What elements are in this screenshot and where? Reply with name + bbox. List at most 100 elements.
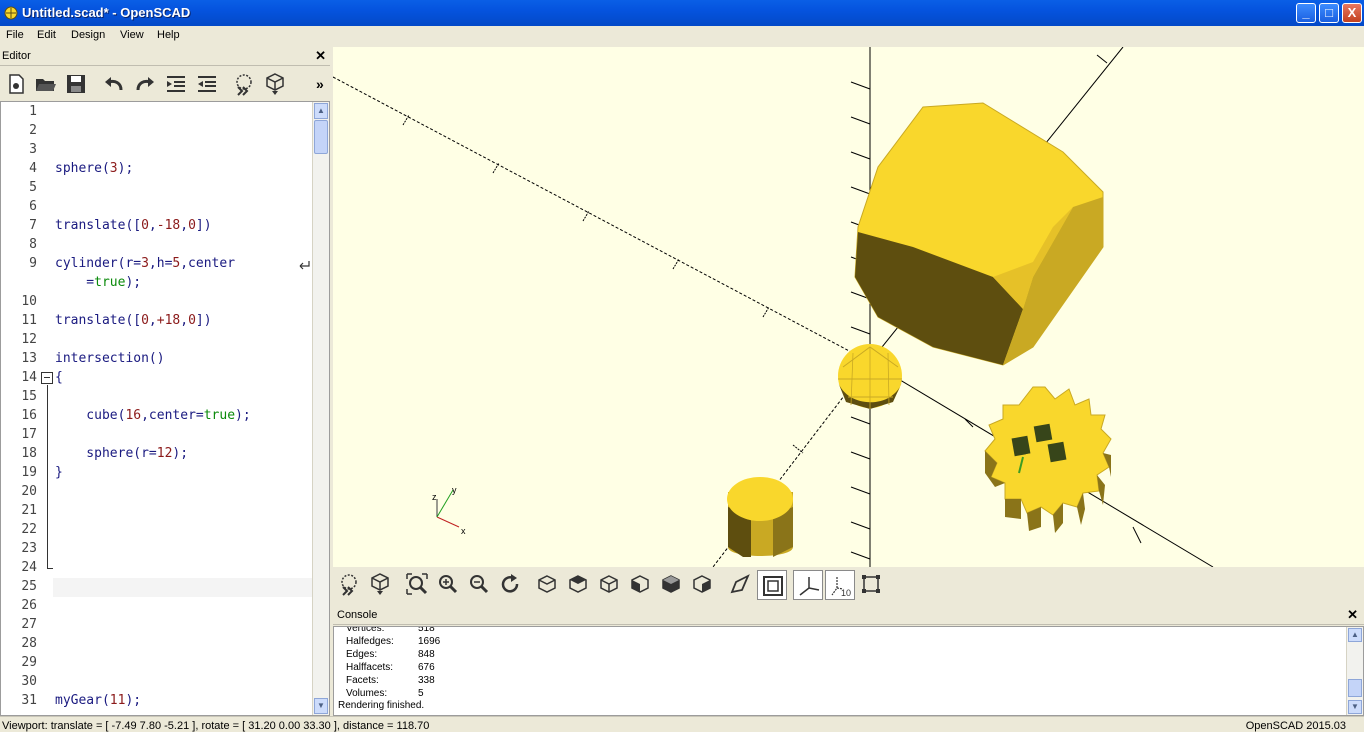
new-file-icon[interactable] (4, 72, 28, 96)
line-number: 12 (21, 332, 37, 347)
line-number: 8 (29, 237, 37, 252)
scroll-down-icon[interactable]: ▼ (314, 698, 328, 714)
menu-bar: File Edit Design View Help (0, 26, 1364, 46)
3d-viewport[interactable]: z x y (333, 47, 1364, 567)
undo-icon[interactable] (102, 72, 126, 96)
line-number: 26 (21, 598, 37, 613)
console-stat-label: Volumes: (346, 688, 388, 699)
menu-view[interactable]: View (120, 29, 144, 41)
menu-help[interactable]: Help (157, 29, 180, 41)
y-axis-negative-line (333, 76, 871, 363)
line-number: 19 (21, 465, 37, 480)
scroll-up-icon[interactable]: ▲ (314, 103, 328, 119)
line-numbers: 1 2 3 4 5 6 7 8 9 10 11 12 13 14 15 16 17 18 19 20 21 22 23 24 2… (1, 102, 41, 715)
code-line[interactable]: translate([0,+18,0]) (55, 313, 212, 328)
editor-scrollbar[interactable]: ▲ ▼ (312, 102, 329, 715)
redo-icon[interactable] (133, 72, 157, 96)
menu-edit[interactable]: Edit (37, 29, 56, 41)
close-window-button[interactable]: X (1342, 3, 1362, 23)
reset-view-icon[interactable] (498, 572, 522, 596)
console-scroll-down-icon[interactable]: ▼ (1348, 700, 1362, 714)
preview-icon[interactable] (232, 72, 256, 96)
preview-icon[interactable] (337, 572, 361, 596)
view-all-icon[interactable] (405, 572, 429, 596)
scroll-thumb[interactable] (314, 120, 328, 154)
z-axis-ticks (850, 81, 871, 560)
line-number: 6 (29, 199, 37, 214)
menu-file[interactable]: File (6, 29, 24, 41)
viewport-status: Viewport: translate = [ -7.49 7.80 -5.21… (2, 720, 430, 732)
show-edges-icon[interactable] (859, 572, 883, 596)
console-stat-value: 676 (418, 662, 435, 673)
gear-object (984, 386, 1112, 533)
fold-marker-line (47, 385, 48, 568)
view-top-icon[interactable] (566, 572, 590, 596)
unindent-icon[interactable] (195, 72, 219, 96)
code-line[interactable]: cube(16,center=true); (55, 408, 250, 423)
orthogonal-button[interactable] (757, 570, 787, 600)
code-line[interactable]: } (55, 465, 63, 480)
console-stat-row: Edges: 848 (346, 649, 435, 660)
minimize-button[interactable]: _ (1296, 3, 1316, 23)
console-close-button[interactable]: ✕ (1347, 607, 1358, 623)
view-right-icon[interactable] (535, 572, 559, 596)
show-scale-markers-button[interactable]: 10 (825, 570, 855, 600)
console-panel-header: Console ✕ (333, 606, 1364, 625)
line-number: 25 (21, 579, 37, 594)
line-number: 4 (29, 161, 37, 176)
save-icon[interactable] (64, 72, 88, 96)
code-line[interactable]: translate([0,-18,0]) (55, 218, 212, 233)
code-editor[interactable]: 1 2 3 4 5 6 7 8 9 10 11 12 13 14 15 16 17 18 19 20 21 22 23 24 2… (0, 101, 330, 716)
code-line[interactable]: intersection() (55, 351, 165, 366)
console-scroll-thumb[interactable] (1348, 679, 1362, 697)
axis-z-label: z (432, 492, 437, 502)
view-front-icon[interactable] (659, 572, 683, 596)
console-stat-label: Halffacets: (346, 662, 394, 673)
orthogonal-icon (763, 576, 783, 596)
zoom-out-icon[interactable] (467, 572, 491, 596)
console-scrollbar[interactable]: ▲ ▼ (1346, 627, 1363, 715)
editor-toolbar: » (0, 67, 330, 101)
menu-design[interactable]: Design (71, 29, 105, 41)
show-scale-markers-icon: 10 (831, 577, 851, 598)
line-number: 2 (29, 123, 37, 138)
code-line[interactable]: sphere(3); (55, 161, 133, 176)
fold-toggle-button[interactable] (41, 372, 53, 384)
cylinder-object (727, 477, 793, 557)
console-scroll-up-icon[interactable]: ▲ (1348, 628, 1362, 642)
code-line[interactable]: =true); (55, 275, 141, 290)
console-stat-value: 338 (418, 675, 435, 686)
openscad-logo-icon (4, 6, 18, 20)
indent-icon[interactable] (164, 72, 188, 96)
show-axes-button[interactable] (793, 570, 823, 600)
view-left-icon[interactable] (628, 572, 652, 596)
line-number: 15 (21, 389, 37, 404)
line-number: 3 (29, 142, 37, 157)
line-number: 29 (21, 655, 37, 670)
render-icon[interactable] (263, 72, 287, 96)
console-title: Console (337, 609, 378, 621)
editor-panel-header: Editor ✕ (0, 47, 330, 66)
editor-toolbar-overflow-button[interactable]: » (316, 76, 324, 92)
line-number: 20 (21, 484, 37, 499)
code-line[interactable]: { (55, 370, 63, 385)
line-number: 17 (21, 427, 37, 442)
open-file-icon[interactable] (34, 72, 58, 96)
editor-close-button[interactable]: ✕ (315, 48, 326, 64)
code-line[interactable]: cylinder(r=3,h=5,center (55, 256, 235, 271)
line-number: 10 (21, 294, 37, 309)
maximize-button[interactable]: □ (1319, 3, 1339, 23)
code-line[interactable]: myGear(11); (55, 693, 141, 708)
perspective-icon[interactable] (728, 572, 752, 596)
render-icon[interactable] (368, 572, 392, 596)
sphere-object (838, 344, 902, 409)
line-number: 31 (21, 693, 37, 708)
status-bar: Viewport: translate = [ -7.49 7.80 -5.21… (0, 716, 1364, 732)
console-output[interactable]: Vertices: 518 Halfedges: 1696 Edges: 848 Halff… (333, 626, 1364, 716)
console-stat-value: 848 (418, 649, 435, 660)
view-bottom-icon[interactable] (597, 572, 621, 596)
version-label: OpenSCAD 2015.03 (1245, 720, 1346, 732)
view-back-icon[interactable] (690, 572, 714, 596)
code-line[interactable]: sphere(r=12); (55, 446, 188, 461)
zoom-in-icon[interactable] (436, 572, 460, 596)
